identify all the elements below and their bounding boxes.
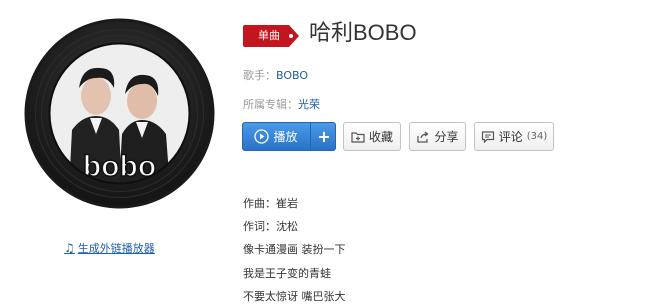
external-player-link[interactable]: ♫ 生成外链播放器 — [64, 240, 155, 256]
external-player-label: 生成外链播放器 — [77, 242, 155, 255]
single-tag-label: 单曲 — [258, 29, 280, 42]
comment-count: (34) — [526, 131, 548, 142]
album-label: 所属专辑： — [243, 98, 298, 111]
single-tag: 单曲 — [243, 25, 300, 47]
share-button[interactable]: 分享 — [409, 122, 466, 151]
play-button-group: 播放 + — [242, 122, 336, 151]
lyric-line: 像卡通漫画 装扮一下 — [243, 243, 346, 256]
song-title: 哈利BOBO — [309, 20, 417, 45]
play-icon — [254, 129, 270, 144]
lyric-line: 我是王子变的青蛙 — [243, 267, 331, 280]
singer-link[interactable]: BOBO — [276, 69, 308, 82]
lyric-line: 作曲：崔岩 — [243, 197, 298, 210]
share-icon — [417, 131, 429, 143]
collect-button[interactable]: 收藏 — [343, 122, 401, 151]
vinyl-record-icon: bobo — [24, 18, 215, 209]
album-cover-vinyl: bobo — [24, 18, 215, 209]
play-label: 播放 — [273, 130, 298, 144]
share-label: 分享 — [434, 130, 459, 144]
comment-icon — [481, 130, 494, 143]
collect-label: 收藏 — [368, 130, 393, 144]
add-to-playlist-button[interactable]: + — [310, 123, 335, 150]
singer-label: 歌手： — [243, 69, 276, 82]
singer-row: 歌手：BOBO — [243, 67, 308, 83]
lyric-line: 不要太惊讶 嘴巴张大 — [243, 290, 346, 303]
folder-add-icon — [351, 131, 365, 143]
album-link[interactable]: 光荣 — [298, 98, 320, 111]
comment-label: 评论 — [498, 130, 523, 144]
comment-button[interactable]: 评论 (34) — [474, 122, 554, 151]
play-button[interactable]: 播放 — [243, 123, 309, 150]
lyric-line: 作词：沈松 — [243, 220, 298, 233]
music-note-icon: ♫ — [64, 241, 75, 255]
album-row: 所属专辑：光荣 — [243, 96, 320, 112]
